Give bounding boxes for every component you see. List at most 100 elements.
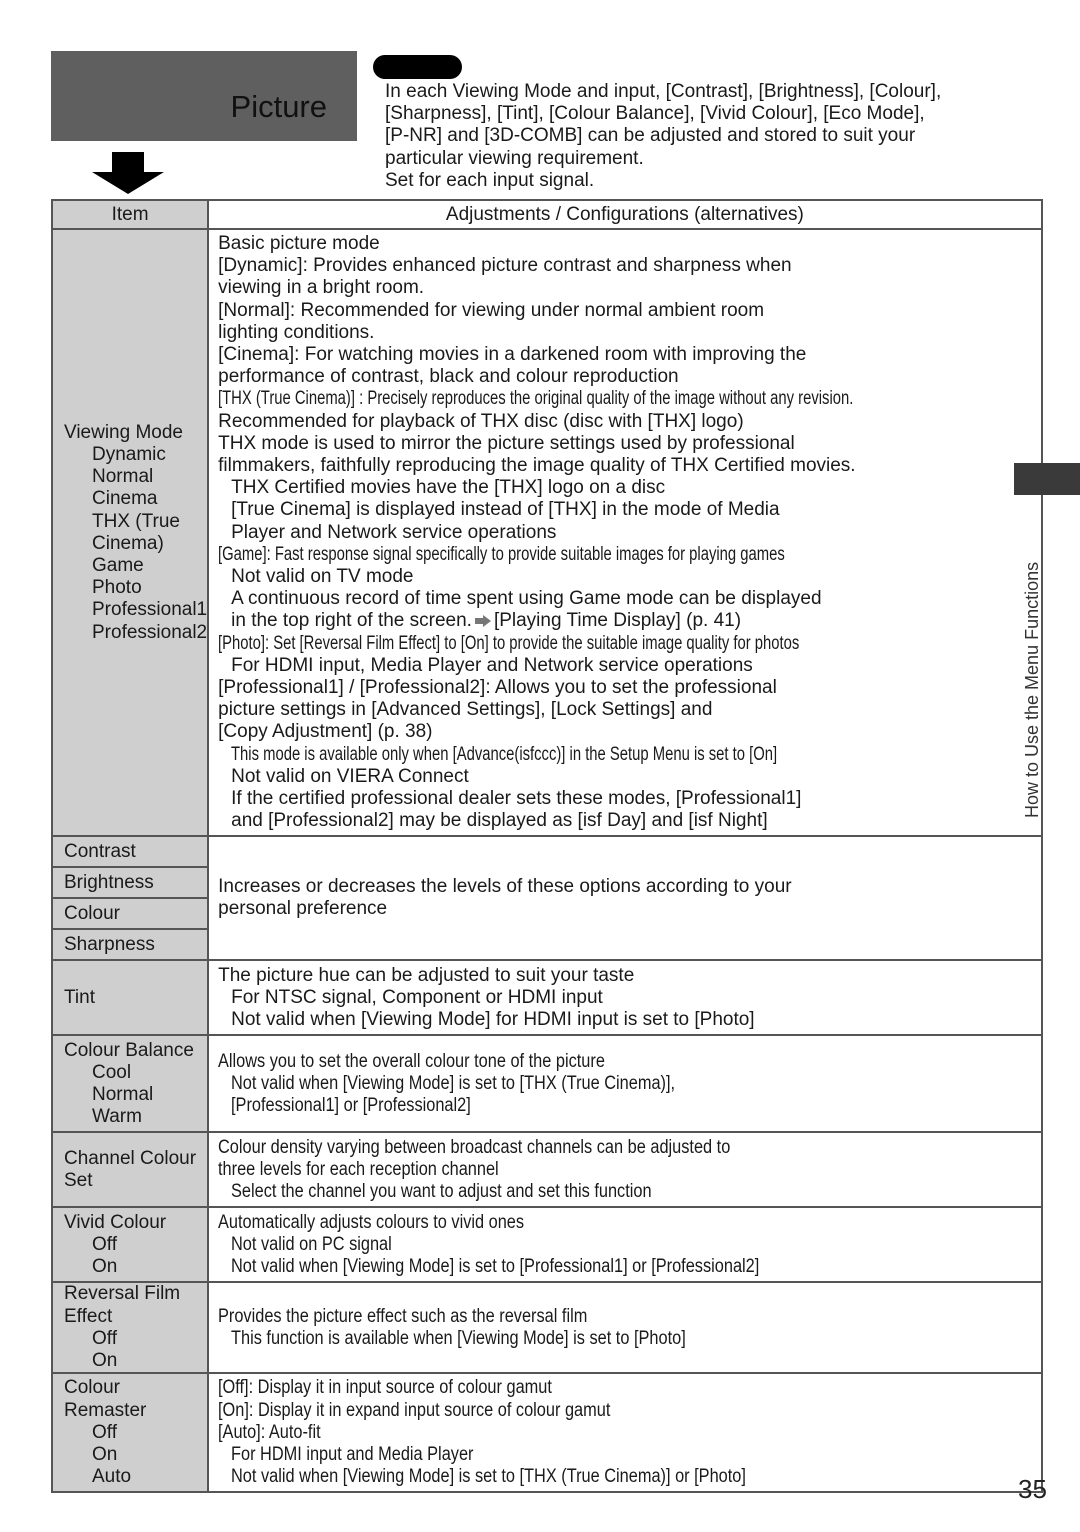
adjustment-line: Select the channel you want to adjust an…	[218, 1181, 1033, 1203]
item-option: Professional2	[92, 621, 208, 643]
section-side-label: How to Use the Menu Functions	[1022, 561, 1042, 818]
adjustment-text: in the top right of the screen.	[231, 610, 472, 632]
item-option: Professional1	[92, 599, 208, 621]
adjustment-line: Not valid on VIERA Connect	[218, 766, 1033, 788]
adjustment-line: Not valid when [Viewing Mode] is set to …	[218, 1256, 1033, 1278]
adjustment-text: Basic picture mode	[218, 233, 380, 254]
picture-settings-table: Item Adjustments / Configurations (alter…	[50, 199, 1043, 1494]
page-number: 35	[1018, 1474, 1047, 1504]
adjustment-text: Recommended for playback of THX disc (di…	[218, 410, 744, 432]
adjustment-text: Provides the picture effect such as the …	[218, 1305, 588, 1327]
adjustment-line: picture settings in [Advanced Settings],…	[218, 699, 1033, 721]
adjustment-text: Colour density varying between broadcast…	[218, 1136, 731, 1158]
section-title: Picture	[230, 89, 327, 124]
adjustment-line: in the top right of the screen. [Playing …	[218, 610, 1033, 632]
header-adjustments: Adjustments / Configurations (alternativ…	[207, 199, 1043, 230]
item-label: Channel Colour Set	[64, 1147, 197, 1191]
adjustment-text: Automatically adjusts colours to vivid o…	[218, 1211, 525, 1233]
item-label: Sharpness	[64, 933, 155, 955]
adjustment-text: [Photo]: Set [Reversal Film Effect] to […	[218, 632, 800, 654]
item-label: Colour Balance	[64, 1039, 194, 1061]
adjustment-text: [Copy Adjustment] (p. 38)	[218, 721, 433, 743]
adjustment-text: [Off]: Display it in input source of col…	[218, 1377, 553, 1399]
adjustment-line: [THX (True Cinema)] : Precisely reproduc…	[218, 388, 1033, 410]
intro-line: [Sharpness], [Tint], [Colour Balance], […	[385, 103, 925, 125]
table-row: Reversal Film Effect Off On Provides the pi…	[50, 1281, 1043, 1375]
item-cell: Vivid Colour Off On	[50, 1206, 210, 1284]
item-cell: Colour	[50, 897, 210, 931]
right-arrow-icon	[474, 615, 491, 628]
adjustment-line: [Cinema]: For watching movies in a darke…	[218, 344, 1033, 366]
adjustment-line: THX mode is used to mirror the picture s…	[218, 433, 1033, 455]
adjustment-text: Allows you to set the overall colour ton…	[218, 1050, 606, 1072]
adjustment-line: three levels for each reception channel	[218, 1159, 1033, 1181]
adjustment-text: Player and Network service operations	[231, 521, 557, 543]
item-option: On	[92, 1256, 118, 1278]
item-option: Off	[92, 1327, 117, 1349]
adjustment-line: filmmakers, faithfully reproducing the i…	[218, 455, 1033, 477]
adjustment-line: Recommended for playback of THX disc (di…	[218, 411, 1033, 433]
adjustment-text: This function is available when [Viewing…	[231, 1327, 686, 1349]
intro-line: In each Viewing Mode and input, [Contras…	[385, 81, 942, 102]
item-option: On	[92, 1350, 118, 1372]
item-label: Colour Remaster	[64, 1377, 147, 1421]
item-option: Auto	[92, 1466, 132, 1488]
adjustment-line: [Normal]: Recommended for viewing under …	[218, 300, 1033, 322]
adjustment-line: A continuous record of time spent using …	[218, 588, 1033, 610]
item-option: On	[92, 1443, 118, 1465]
adjustment-text: [True Cinema] is displayed instead of [T…	[231, 499, 780, 521]
adjustment-line: For NTSC signal, Component or HDMI input	[218, 987, 1033, 1009]
adjustment-text: THX mode is used to mirror the picture s…	[218, 432, 795, 454]
adjustment-text: Not valid when [Viewing Mode] is set to …	[231, 1072, 676, 1094]
item-cell: Colour Balance Cool Normal Warm	[50, 1034, 210, 1134]
adjustment-line: and [Professional2] may be displayed as …	[218, 810, 1033, 832]
adjustment-line: Not valid when [Viewing Mode] for HDMI i…	[218, 1009, 1033, 1031]
item-option: Warm	[92, 1106, 142, 1128]
adjustment-text: If the certified professional dealer set…	[231, 788, 802, 810]
adjustment-text: [Dynamic]: Provides enhanced picture con…	[218, 255, 792, 277]
item-cell: Colour Remaster Off On Auto	[50, 1372, 210, 1494]
adjustment-line: Provides the picture effect such as the …	[218, 1306, 1033, 1328]
adjustment-cell: Provides the picture effect such as the …	[207, 1281, 1043, 1375]
down-arrow-icon	[92, 152, 164, 194]
adjustment-line: [Auto]: Auto-fit	[218, 1422, 1033, 1444]
adjustment-text: [On]: Display it in expand input source …	[218, 1399, 611, 1421]
adjustment-text: [Game]: Fast response signal specificall…	[218, 543, 785, 565]
item-cell: Brightness	[50, 866, 210, 900]
adjustment-line: Not valid when [Viewing Mode] is set to …	[218, 1073, 1033, 1095]
adjustment-line: For HDMI input and Media Player	[218, 1444, 1033, 1466]
adjustment-line: [Professional1] or [Professional2]	[218, 1095, 1033, 1117]
intro-line: particular viewing requirement.	[385, 147, 644, 169]
adjustment-text: picture settings in [Advanced Settings],…	[218, 699, 713, 721]
item-cell: Reversal Film Effect Off On	[50, 1281, 210, 1375]
adjustment-cell: Allows you to set the overall colour ton…	[207, 1034, 1043, 1134]
item-label: Vivid Colour	[64, 1211, 167, 1233]
adjustment-text: [Normal]: Recommended for viewing under …	[218, 299, 765, 321]
adjustment-text: THX Certified movies have the [THX] logo…	[231, 477, 666, 499]
adjustment-text: viewing in a bright room.	[218, 277, 425, 299]
adjustment-text: For HDMI input and Media Player	[231, 1443, 474, 1465]
adjustment-line: lighting conditions.	[218, 322, 1033, 344]
adjustment-cell: Colour density varying between broadcast…	[207, 1131, 1043, 1209]
section-title-box: Picture	[51, 51, 357, 141]
adjustment-line: [Off]: Display it in input source of col…	[218, 1377, 1033, 1399]
adjustment-line: This function is available when [Viewing…	[218, 1328, 1033, 1350]
item-option: THX (True Cinema)	[92, 510, 180, 554]
item-option: Off	[92, 1233, 117, 1255]
adjustment-line: For HDMI input, Media Player and Network…	[218, 655, 1033, 677]
adjustment-text: For NTSC signal, Component or HDMI input	[231, 986, 603, 1008]
table-row: Tint The picture hue can be adjusted to s…	[50, 959, 1043, 1037]
adjustment-line: Colour density varying between broadcast…	[218, 1137, 1033, 1159]
adjustment-text: [Professional1] / [Professional2]: Allow…	[218, 677, 777, 699]
item-cell: Viewing Mode Dynamic Normal Cinema THX (True…	[50, 227, 210, 838]
adjustment-line: If the certified professional dealer set…	[218, 788, 1033, 810]
adjustment-text: The picture hue can be adjusted to suit …	[218, 964, 635, 986]
adjustment-line: [Dynamic]: Provides enhanced picture con…	[218, 255, 1033, 277]
redacted-label-pill	[373, 55, 462, 79]
table-header-row: Item Adjustments / Configurations (alter…	[50, 199, 1043, 230]
adjustment-text: Not valid when [Viewing Mode] is set to …	[231, 1466, 747, 1488]
item-label: Colour	[64, 902, 120, 924]
adjustment-line: [True Cinema] is displayed instead of [T…	[218, 499, 1033, 521]
adjustment-line: Automatically adjusts colours to vivid o…	[218, 1212, 1033, 1234]
adjustment-text: Not valid on TV mode	[231, 566, 414, 588]
